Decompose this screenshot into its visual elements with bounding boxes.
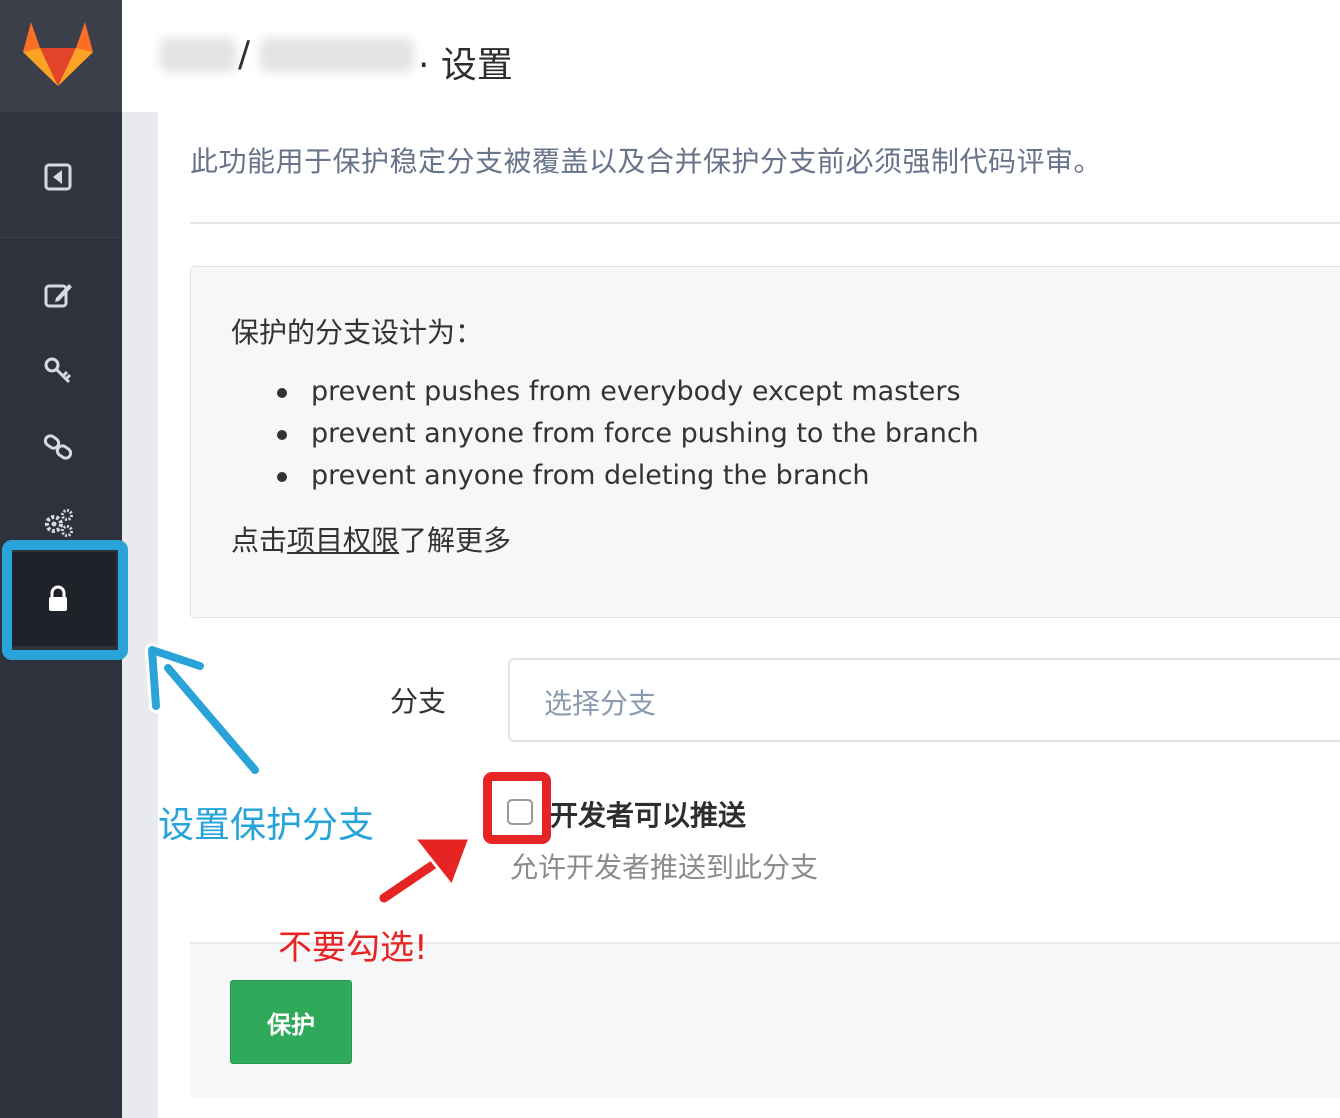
list-item: prevent anyone from force pushing to the… — [277, 413, 979, 455]
breadcrumb-separator: / — [238, 34, 251, 75]
gitlab-logo-icon[interactable] — [20, 18, 96, 88]
edit-icon[interactable] — [39, 275, 77, 313]
intro-text: 此功能用于保护稳定分支被覆盖以及合并保护分支前必须强制代码评审。 — [190, 145, 1103, 178]
link-icon[interactable] — [39, 428, 77, 466]
branch-select[interactable]: 选择分支 — [508, 658, 1340, 742]
info-box: 保护的分支设计为： prevent pushes from everybody … — [190, 266, 1340, 618]
blue-arrow — [145, 643, 262, 777]
learn-more-text: 点击项目权限了解更多 — [231, 519, 511, 559]
branch-select-placeholder: 选择分支 — [544, 687, 657, 720]
learn-more-suffix: 了解更多 — [399, 524, 512, 557]
key-icon[interactable] — [39, 352, 77, 390]
divider — [190, 222, 1340, 224]
branch-label: 分支 — [390, 685, 447, 718]
page-header: / · 设置 — [122, 0, 1340, 112]
logo-area — [0, 0, 122, 112]
sidebar-annotation-text: 设置保护分支 — [158, 805, 375, 846]
project-permissions-link[interactable]: 项目权限 — [287, 524, 399, 557]
info-heading: 保护的分支设计为： — [231, 316, 484, 349]
breadcrumb-group-redacted[interactable] — [160, 38, 236, 72]
breadcrumb-project-redacted[interactable] — [260, 38, 414, 72]
info-list: prevent pushes from everybody except mas… — [277, 371, 979, 497]
checkbox-annotation-text: 不要勾选! — [278, 928, 428, 968]
collapse-sidebar-icon[interactable] — [39, 158, 77, 196]
developers-can-push-label[interactable]: 开发者可以推送 — [550, 794, 746, 834]
gears-icon[interactable] — [39, 503, 77, 541]
list-item: prevent anyone from deleting the branch — [277, 455, 979, 497]
checkbox-highlight-annotation — [483, 772, 551, 844]
learn-more-prefix: 点击 — [231, 524, 288, 557]
red-arrow — [377, 836, 472, 905]
sidebar-highlight-annotation — [2, 540, 128, 660]
developers-can-push-help: 允许开发者推送到此分支 — [510, 851, 819, 884]
protect-button[interactable]: 保护 — [230, 980, 352, 1064]
list-item: prevent pushes from everybody except mas… — [277, 371, 979, 413]
page-title: · 设置 — [418, 45, 513, 86]
